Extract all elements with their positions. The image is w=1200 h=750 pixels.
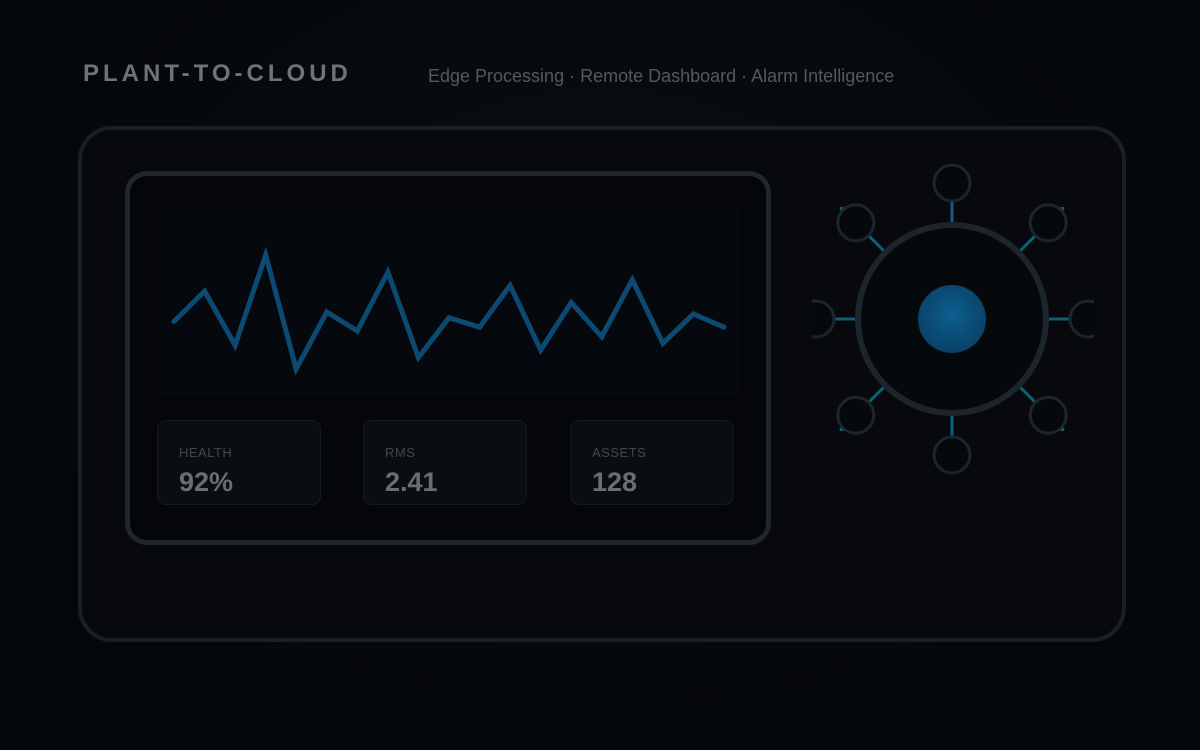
tagline: Edge Processing · Remote Dashboard · Ala… xyxy=(428,66,895,86)
network-hub-diagram xyxy=(812,163,1094,475)
hub-satellite-node xyxy=(932,163,972,203)
hub-satellite-node xyxy=(1028,395,1068,435)
dashboard-monitor: HEALTH 92% RMS 2.41 ASSETS 128 xyxy=(125,171,771,545)
waveform-panel xyxy=(160,206,740,396)
stat-value: 2.41 xyxy=(385,467,438,497)
stat-card-health: HEALTH 92% xyxy=(157,420,321,505)
hub-satellite-node xyxy=(1068,299,1094,339)
hub-satellite-node xyxy=(932,435,972,475)
hub-core xyxy=(918,285,986,353)
waveform-line xyxy=(171,246,727,376)
stat-card-rms: RMS 2.41 xyxy=(363,420,527,505)
hub-spoke xyxy=(1017,384,1037,404)
hub-satellite-node xyxy=(836,395,876,435)
hub-spoke xyxy=(1017,234,1037,254)
waveform-chart xyxy=(171,246,727,376)
stat-card-assets: ASSETS 128 xyxy=(570,420,734,505)
hub-satellite-node xyxy=(1028,203,1068,243)
brand-title: PLANT-TO-CLOUD xyxy=(83,60,352,87)
stat-label: RMS xyxy=(385,445,416,460)
stat-value: 92% xyxy=(179,467,234,497)
hub-spoke xyxy=(867,234,887,254)
hub-spoke xyxy=(867,384,887,404)
stat-label: HEALTH xyxy=(179,445,233,460)
stat-value: 128 xyxy=(592,467,638,497)
hub-satellite-node xyxy=(836,203,876,243)
stat-label: ASSETS xyxy=(592,445,647,460)
hub-satellite-node xyxy=(812,299,836,339)
hero-illustration: PLANT-TO-CLOUD Edge Processing · Remote … xyxy=(0,0,1200,750)
